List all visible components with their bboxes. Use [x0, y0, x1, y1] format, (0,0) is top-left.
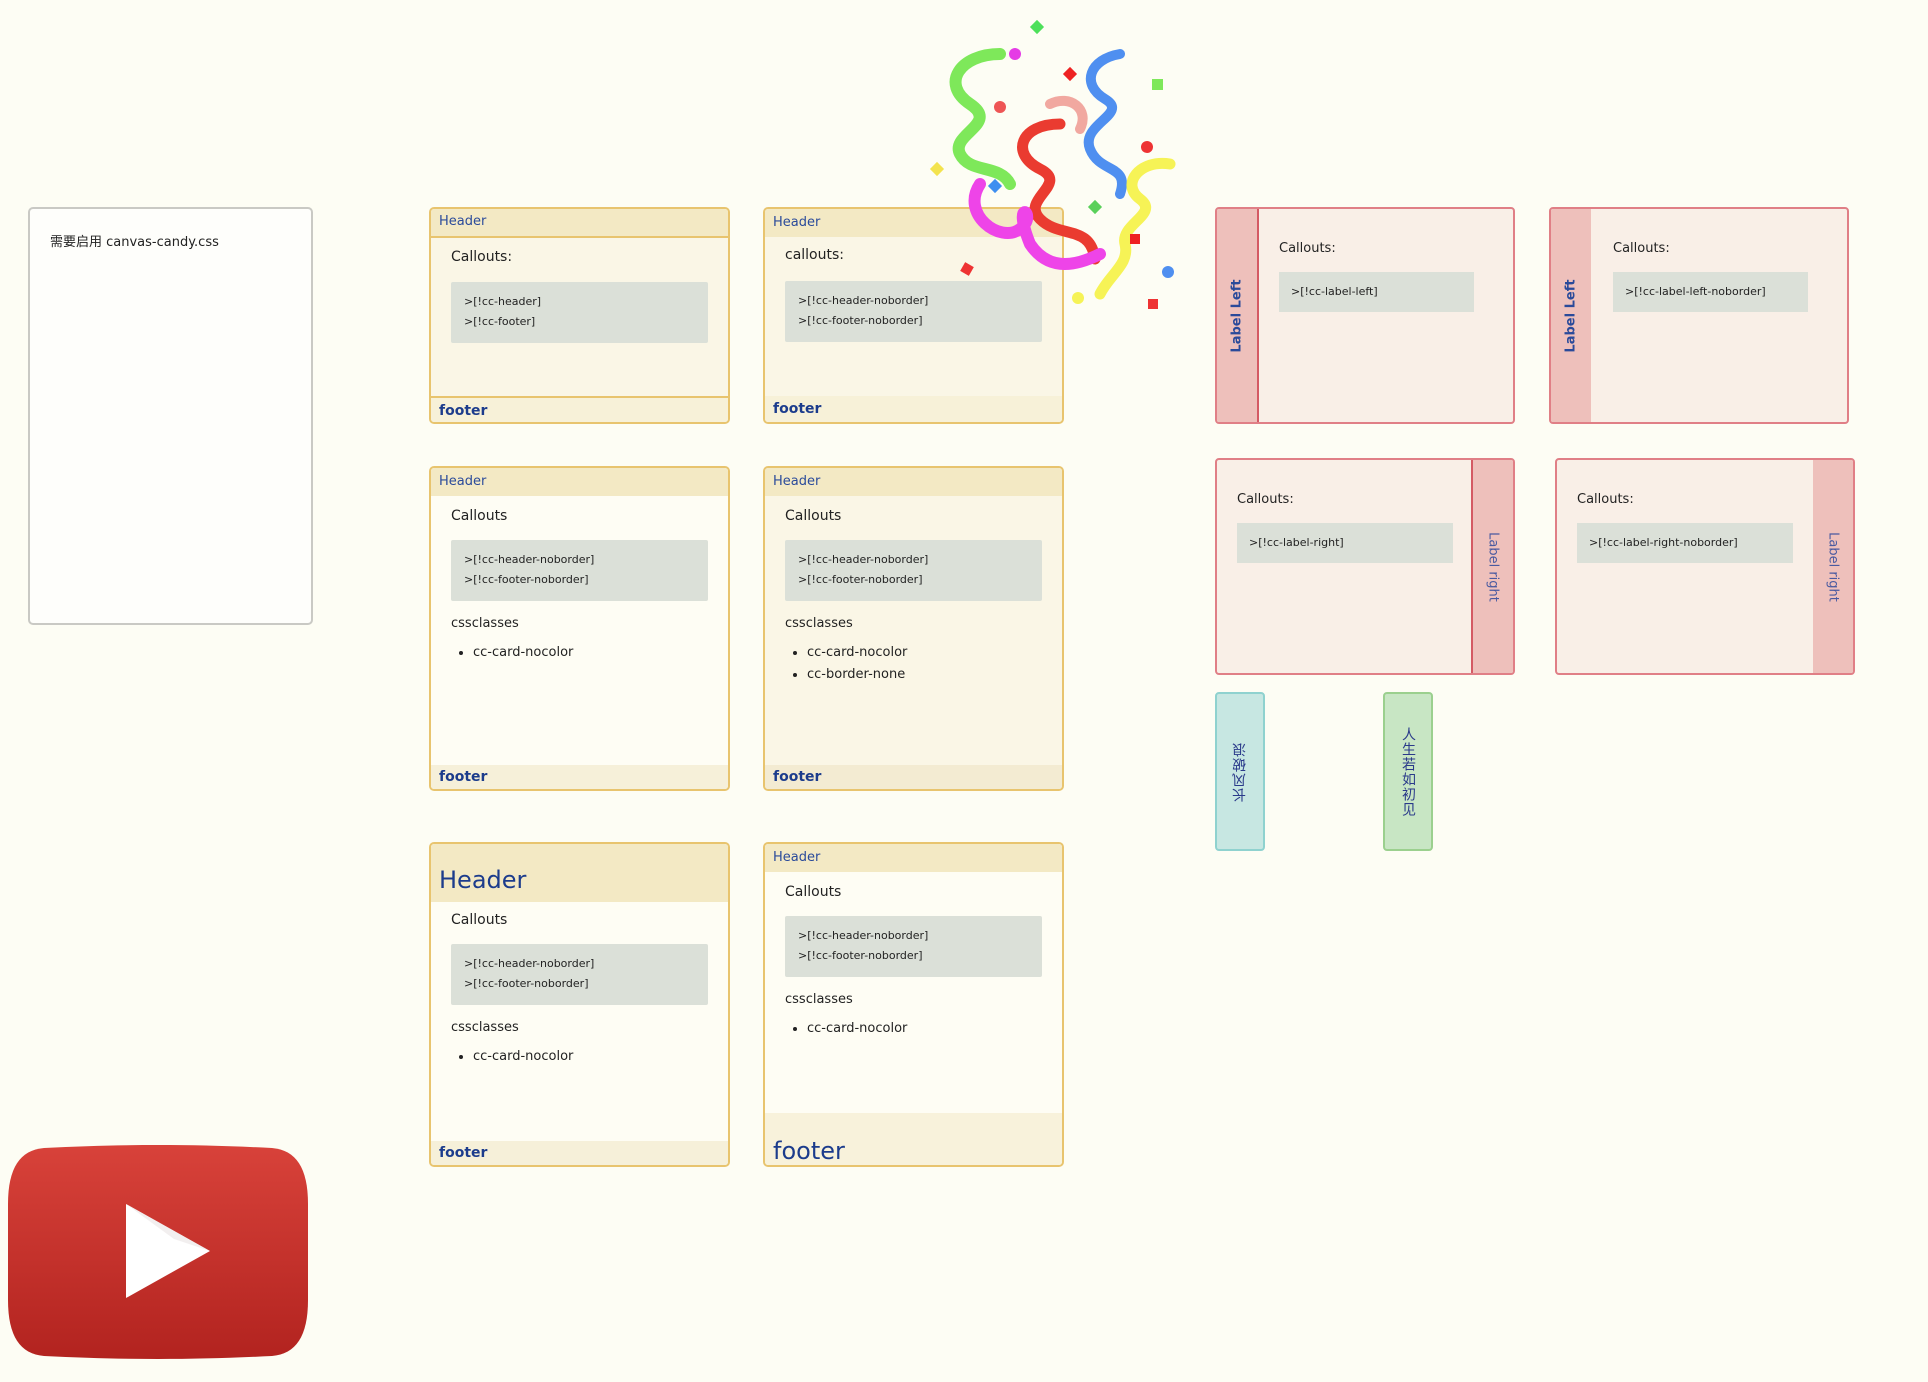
code-block: >[!cc-header-noborder] >[!cc-footer-nobo… — [451, 540, 708, 601]
code-line: >[!cc-header] — [464, 295, 542, 308]
youtube-play-icon[interactable] — [4, 1144, 312, 1360]
card-footer: footer — [431, 396, 728, 422]
card-header: Header — [431, 844, 728, 902]
cssclasses-label: cssclasses — [785, 616, 853, 631]
card-large-footer[interactable]: Header Callouts >[!cc-header-noborder] >… — [763, 842, 1064, 1167]
side-label: Label right — [1471, 460, 1513, 673]
card-nocolor-border-none[interactable]: Header Callouts >[!cc-header-noborder] >… — [763, 466, 1064, 791]
strip-teal-card[interactable]: 长风破浪 — [1215, 692, 1265, 851]
code-line: >[!cc-footer-noborder] — [798, 949, 923, 962]
cssclasses-list: cc-card-nocolor cc-border-none — [785, 642, 907, 686]
card-label-right[interactable]: Label right Callouts: >[!cc-label-right] — [1215, 458, 1515, 675]
card-nocolor[interactable]: Header Callouts >[!cc-header-noborder] >… — [429, 466, 730, 791]
code-line: >[!cc-header-noborder] — [798, 553, 929, 566]
code-line: >[!cc-header-noborder] — [464, 957, 595, 970]
card-label-left[interactable]: Label Left Callouts: >[!cc-label-left] — [1215, 207, 1515, 424]
party-popper-icon — [929, 19, 1176, 309]
side-label-text: Label Left — [1563, 278, 1579, 353]
card-footer: footer — [431, 1141, 728, 1165]
cssclasses-label: cssclasses — [785, 992, 853, 1007]
card-header: Header — [765, 468, 1062, 496]
side-label-text: Label Left — [1229, 278, 1245, 353]
card-title: Callouts: — [1279, 241, 1336, 256]
side-label: Label Left — [1217, 209, 1259, 422]
code-block: >[!cc-header-noborder] >[!cc-footer-nobo… — [785, 916, 1042, 977]
list-item: cc-card-nocolor — [807, 642, 907, 664]
code-line: >[!cc-header-noborder] — [464, 553, 595, 566]
card-footer: footer — [765, 396, 1062, 422]
card-header: Header — [765, 844, 1062, 872]
card-label-left-noborder[interactable]: Label Left Callouts: >[!cc-label-left-no… — [1549, 207, 1849, 424]
card-title: Callouts: — [1577, 492, 1634, 507]
strip-text: 人生若如初见 — [1400, 726, 1416, 817]
cssclasses-list: cc-card-nocolor — [451, 1046, 573, 1068]
list-item: cc-card-nocolor — [473, 1046, 573, 1068]
cssclasses-label: cssclasses — [451, 1020, 519, 1035]
note-text: 需要启用 canvas-candy.css — [50, 235, 219, 250]
code-block: >[!cc-header-noborder] >[!cc-footer-nobo… — [785, 540, 1042, 601]
card-title: Callouts — [451, 912, 508, 928]
code-block: >[!cc-header] >[!cc-footer] — [451, 282, 708, 343]
cssclasses-label: cssclasses — [451, 616, 519, 631]
code-line: >[!cc-header-noborder] — [798, 929, 929, 942]
card-label-right-noborder[interactable]: Label right Callouts: >[!cc-label-right-… — [1555, 458, 1855, 675]
code-block: >[!cc-label-right] — [1237, 523, 1453, 563]
code-block: >[!cc-label-right-noborder] — [1577, 523, 1793, 563]
code-line: >[!cc-footer] — [464, 315, 536, 328]
card-title: callouts: — [785, 247, 844, 263]
card-footer: footer — [765, 765, 1062, 789]
card-large-header[interactable]: Header Callouts >[!cc-header-noborder] >… — [429, 842, 730, 1167]
strip-green-card[interactable]: 人生若如初见 — [1383, 692, 1433, 851]
card-header: Header — [431, 209, 728, 238]
card-title: Callouts: — [1613, 241, 1670, 256]
list-item: cc-border-none — [807, 664, 907, 686]
side-label-text: Label right — [1485, 531, 1501, 602]
card-title: Callouts — [451, 508, 508, 524]
code-line: >[!cc-footer-noborder] — [798, 573, 923, 586]
side-label-text: Label right — [1825, 531, 1841, 602]
card-title: Callouts — [785, 884, 842, 900]
note-card[interactable]: 需要启用 canvas-candy.css — [28, 207, 313, 625]
code-line: >[!cc-footer-noborder] — [464, 977, 589, 990]
list-item: cc-card-nocolor — [807, 1018, 907, 1040]
code-line: >[!cc-footer-noborder] — [464, 573, 589, 586]
cssclasses-list: cc-card-nocolor — [785, 1018, 907, 1040]
card-header: Header — [431, 468, 728, 496]
code-block: >[!cc-label-left] — [1279, 272, 1474, 312]
list-item: cc-card-nocolor — [473, 642, 573, 664]
card-title: Callouts: — [451, 249, 513, 265]
cssclasses-list: cc-card-nocolor — [451, 642, 573, 664]
code-block: >[!cc-label-left-noborder] — [1613, 272, 1808, 312]
card-footer: footer — [765, 1113, 1062, 1165]
card-footer: footer — [431, 765, 728, 789]
card-title: Callouts: — [1237, 492, 1294, 507]
side-label: Label Left — [1551, 209, 1591, 422]
strip-text: 长风破浪 — [1232, 741, 1248, 802]
side-label: Label right — [1813, 460, 1853, 673]
code-block: >[!cc-header-noborder] >[!cc-footer-nobo… — [451, 944, 708, 1005]
card-title: Callouts — [785, 508, 842, 524]
card-header-footer[interactable]: Header Callouts: >[!cc-header] >[!cc-foo… — [429, 207, 730, 424]
